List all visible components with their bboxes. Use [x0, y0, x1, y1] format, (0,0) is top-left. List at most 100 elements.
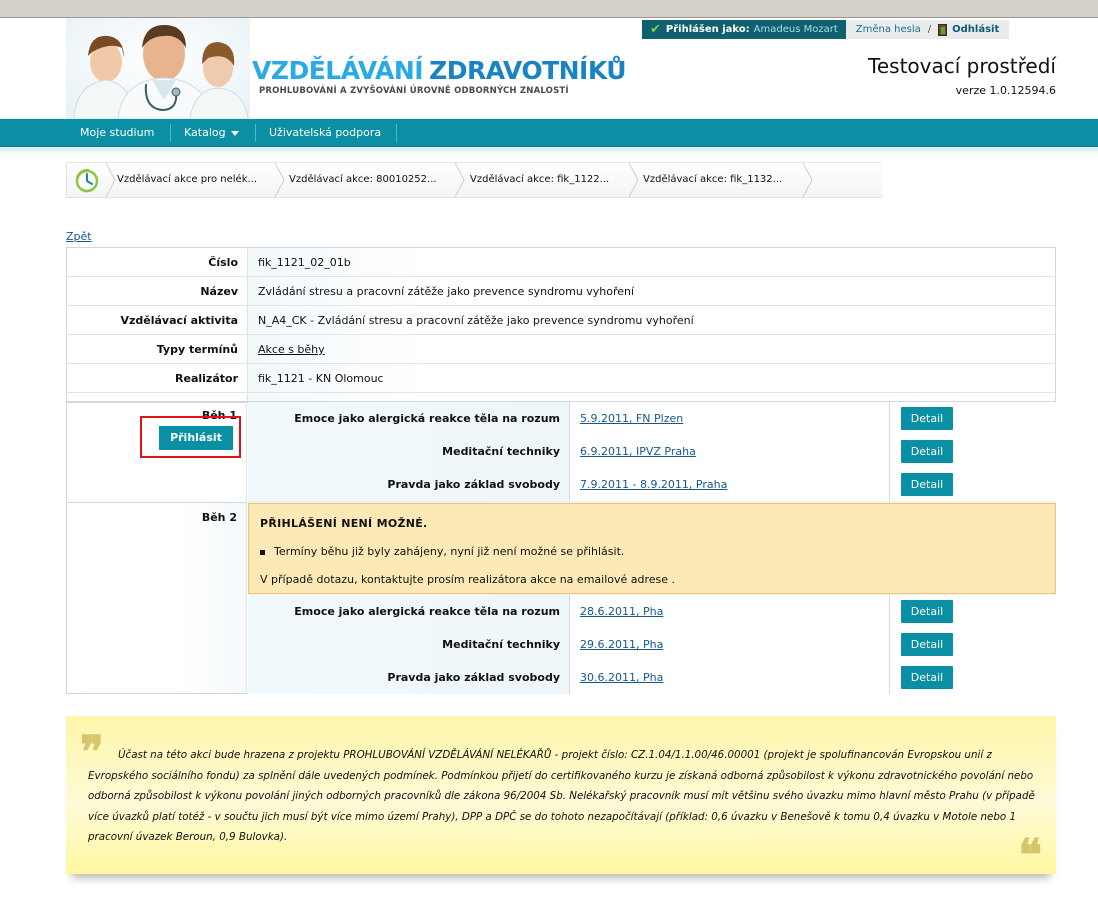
term-name: Pravda jako základ svobody	[248, 468, 570, 501]
site-header: VZDĚLÁVÁNÍ ZDRAVOTNÍKŮ PROHLUBOVÁNÍ A ZVY…	[0, 18, 1098, 119]
breadcrumb-separator-icon	[454, 163, 465, 197]
link-separator: /	[927, 24, 932, 35]
detail-row-nazev: Název Zvládání stresu a pracovní zátěže …	[67, 277, 1055, 306]
breadcrumb-separator-icon	[628, 163, 639, 197]
back-link[interactable]: Zpět	[66, 230, 92, 243]
quote-close-icon: ❝	[1018, 830, 1042, 881]
detail-row-typy-terminu: Typy termínů Akce s běhy	[67, 335, 1055, 364]
nav-divider	[255, 124, 256, 142]
bullet-icon	[260, 549, 265, 555]
detail-button[interactable]: Detail	[901, 600, 953, 623]
term-name: Emoce jako alergická reakce těla na rozu…	[248, 402, 570, 435]
funding-note-text: Účast na této akci bude hrazena z projek…	[88, 749, 1035, 843]
term-date-link[interactable]: 5.9.2011, FN Plzen	[580, 412, 683, 425]
breadcrumb-item[interactable]: Vzdělávací akce: 80010252...	[289, 163, 437, 197]
detail-value: fik_1121_02_01b	[247, 248, 1055, 276]
term-row: Pravda jako základ svobody 7.9.2011 - 8.…	[248, 468, 1056, 501]
term-name: Emoce jako alergická reakce těla na rozu…	[248, 595, 570, 628]
signup-button[interactable]: Přihlásit	[159, 426, 233, 450]
term-row: Meditační techniky 6.9.2011, IPVZ Praha …	[248, 435, 1056, 468]
header-people-image	[66, 18, 250, 119]
term-name: Meditační techniky	[248, 435, 570, 468]
course-details-table: Číslo fik_1121_02_01b Název Zvládání str…	[66, 247, 1056, 403]
run-2-label-cell: Běh 2	[67, 503, 247, 693]
change-password-link[interactable]: Změna hesla	[856, 24, 921, 35]
term-detail-cell: Detail	[890, 595, 1056, 628]
detail-label: Typy termínů	[67, 335, 247, 363]
checkmark-icon: ✔	[650, 22, 661, 37]
nav-shadow	[0, 148, 1098, 154]
detail-button[interactable]: Detail	[901, 633, 953, 656]
term-type-link[interactable]: Akce s běhy	[258, 343, 325, 356]
detail-row-realizator: Realizátor fik_1121 - KN Olomouc	[67, 364, 1055, 393]
term-date-cell: 30.6.2011, Pha	[570, 661, 890, 694]
site-logo[interactable]: VZDĚLÁVÁNÍ ZDRAVOTNÍKŮ	[252, 56, 627, 85]
term-name: Meditační techniky	[248, 628, 570, 661]
term-date-link[interactable]: 29.6.2011, Pha	[580, 638, 663, 651]
term-date-link[interactable]: 7.9.2011 - 8.9.2011, Praha	[580, 478, 727, 491]
chevron-down-icon	[230, 130, 239, 136]
term-date-link[interactable]: 6.9.2011, IPVZ Praha	[580, 445, 696, 458]
signup-unavailable-alert: PŘIHLÁŠENÍ NENÍ MOŽNÉ. Termíny běhu již …	[248, 503, 1056, 594]
alert-text: V případě dotazu, kontaktujte prosím rea…	[260, 573, 676, 586]
detail-button[interactable]: Detail	[901, 666, 953, 689]
detail-label: Číslo	[67, 248, 247, 276]
detail-row-cislo: Číslo fik_1121_02_01b	[67, 248, 1055, 277]
term-detail-cell: Detail	[890, 435, 1056, 468]
breadcrumb-item[interactable]: Vzdělávací akce pro nelék...	[117, 163, 257, 197]
breadcrumb: Vzdělávací akce pro nelék... Vzdělávací …	[66, 162, 882, 198]
nav-item-katalog-label: Katalog	[184, 126, 226, 139]
detail-label: Realizátor	[67, 364, 247, 392]
detail-value: fik_1121 - KN Olomouc	[247, 364, 1055, 392]
breadcrumb-item[interactable]: Vzdělávací akce: fik_1122...	[470, 163, 609, 197]
term-detail-cell: Detail	[890, 402, 1056, 435]
nav-divider	[170, 124, 171, 142]
detail-button[interactable]: Detail	[901, 440, 953, 463]
term-name: Pravda jako základ svobody	[248, 661, 570, 694]
term-date-cell: 7.9.2011 - 8.9.2011, Praha	[570, 468, 890, 501]
term-row: Emoce jako alergická reakce těla na rozu…	[248, 595, 1056, 628]
term-detail-cell: Detail	[890, 468, 1056, 501]
term-date-cell: 6.9.2011, IPVZ Praha	[570, 435, 890, 468]
funding-note: ❞ Účast na této akci bude hrazena z proj…	[66, 716, 1056, 881]
window-top-bar	[0, 0, 1098, 18]
logged-in-info: ✔ Přihlášen jako: Amadeus Mozart	[642, 20, 846, 39]
nav-item-moje-studium[interactable]: Moje studium	[80, 119, 154, 147]
breadcrumb-item[interactable]: Vzdělávací akce: fik_1132...	[643, 163, 782, 197]
term-date-link[interactable]: 30.6.2011, Pha	[580, 671, 663, 684]
nav-item-uzivatelska-podpora[interactable]: Uživatelská podpora	[269, 119, 381, 147]
term-date-cell: 29.6.2011, Pha	[570, 628, 890, 661]
environment-title: Testovací prostředí	[868, 54, 1056, 78]
term-detail-cell: Detail	[890, 661, 1056, 694]
detail-button[interactable]: Detail	[901, 473, 953, 496]
home-icon[interactable]	[69, 165, 105, 196]
term-date-cell: 5.9.2011, FN Plzen	[570, 402, 890, 435]
logout-link[interactable]: Odhlásit	[952, 24, 999, 35]
runs-table: Běh 1 Přihlásit Emoce jako alergická rea…	[66, 401, 1056, 694]
alert-list-item: Termíny běhu již byly zahájeny, nyní již…	[260, 545, 624, 558]
login-strip: ✔ Přihlášen jako: Amadeus Mozart Změna h…	[642, 20, 1010, 39]
breadcrumb-separator-icon	[105, 163, 116, 197]
detail-value: Zvládání stresu a pracovní zátěže jako p…	[247, 277, 1055, 305]
main-navigation: Moje studium Katalog Uživatelská podpora	[0, 119, 1098, 147]
term-detail-cell: Detail	[890, 628, 1056, 661]
run-1-label-cell: Běh 1 Přihlásit	[67, 402, 247, 503]
version-label: verze 1.0.12594.6	[955, 84, 1056, 97]
term-row: Emoce jako alergická reakce těla na rozu…	[248, 402, 1056, 435]
logo-word-2: ZDRAVOTNÍKŮ	[429, 56, 627, 85]
detail-value: N_A4_CK - Zvládání stresu a pracovní zát…	[247, 306, 1055, 334]
term-date-link[interactable]: 28.6.2011, Pha	[580, 605, 663, 618]
nav-item-katalog[interactable]: Katalog	[184, 119, 239, 147]
detail-button[interactable]: Detail	[901, 407, 953, 430]
term-row: Meditační techniky 29.6.2011, Pha Detail	[248, 628, 1056, 661]
detail-value-cell: Akce s běhy	[247, 335, 1055, 363]
account-links: Změna hesla / Odhlásit	[845, 20, 1010, 39]
term-date-cell: 28.6.2011, Pha	[570, 595, 890, 628]
run-1-terms: Emoce jako alergická reakce těla na rozu…	[248, 402, 1056, 503]
detail-row-aktivita: Vzdělávací aktivita N_A4_CK - Zvládání s…	[67, 306, 1055, 335]
nav-divider	[396, 124, 397, 142]
term-row: Pravda jako základ svobody 30.6.2011, Ph…	[248, 661, 1056, 694]
breadcrumb-separator-icon	[802, 163, 813, 197]
logo-tagline: PROHLUBOVÁNÍ A ZVYŠOVÁNÍ ÚROVNĚ ODBORNÝC…	[259, 86, 569, 96]
logged-in-label: Přihlášen jako:	[665, 24, 750, 35]
